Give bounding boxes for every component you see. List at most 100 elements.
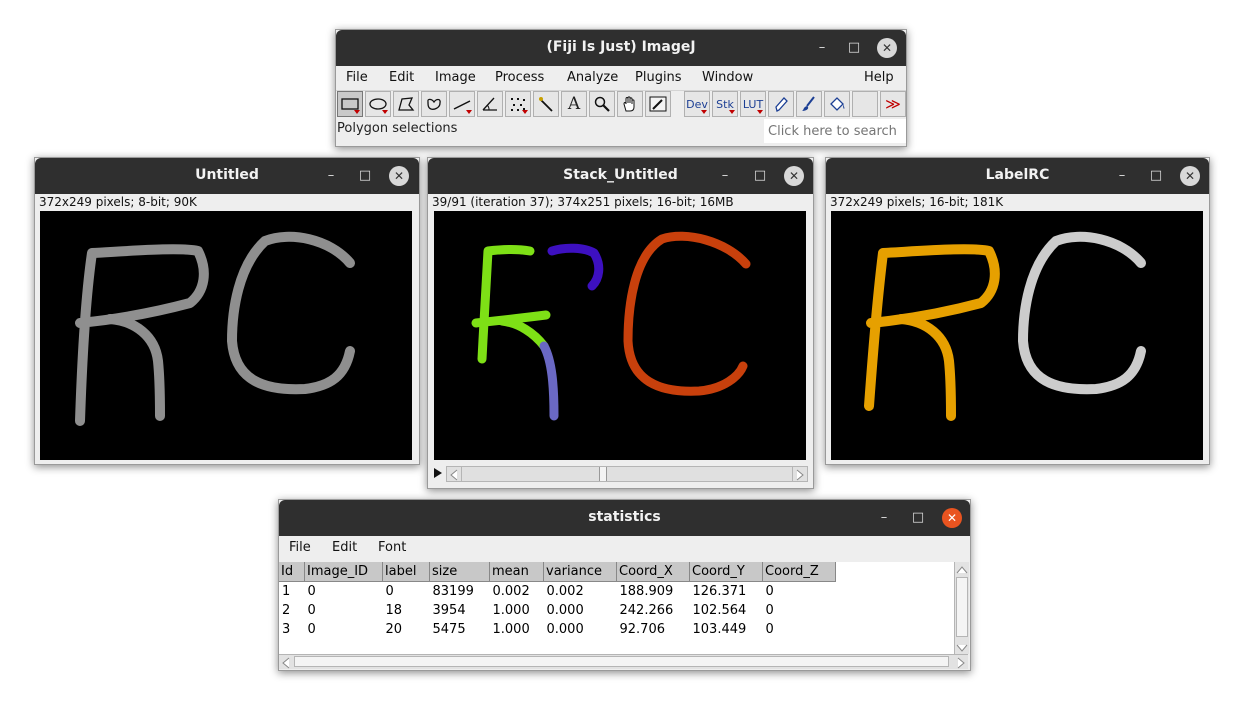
color-picker-icon[interactable] bbox=[645, 91, 671, 117]
imagej-titlebar[interactable]: (Fiji Is Just) ImageJ – □ ✕ bbox=[336, 30, 906, 66]
labelrc-titlebar[interactable]: LabelRC – □ ✕ bbox=[826, 158, 1209, 194]
scroll-right-arrow-icon[interactable] bbox=[954, 655, 968, 669]
menu-edit[interactable]: Edit bbox=[389, 70, 414, 85]
menu-analyze[interactable]: Analyze bbox=[567, 70, 618, 85]
maximize-icon[interactable]: □ bbox=[355, 166, 375, 186]
magnifier-icon[interactable] bbox=[589, 91, 615, 117]
cell-coord-x: 92.706 bbox=[619, 622, 666, 637]
play-icon[interactable] bbox=[434, 468, 442, 478]
cell-coord-y: 103.449 bbox=[692, 622, 747, 637]
column-header-image-id[interactable]: Image_ID bbox=[304, 562, 383, 582]
blue-label-stroke bbox=[547, 243, 604, 291]
flood-fill-icon[interactable] bbox=[824, 91, 850, 117]
menu-image[interactable]: Image bbox=[435, 70, 476, 85]
column-header-size[interactable]: size bbox=[429, 562, 490, 582]
oval-tool-icon[interactable] bbox=[365, 91, 391, 117]
column-header-coord-y[interactable]: Coord_Y bbox=[689, 562, 763, 582]
lavender-label-stroke bbox=[539, 341, 559, 421]
statistics-window: statistics – □ ✕ File Edit Font Id Image… bbox=[278, 499, 971, 671]
image-canvas[interactable] bbox=[434, 211, 806, 460]
scroll-thumb[interactable] bbox=[956, 577, 968, 637]
rectangle-tool-icon[interactable] bbox=[337, 91, 363, 117]
menu-process[interactable]: Process bbox=[495, 70, 544, 85]
column-header-variance[interactable]: variance bbox=[543, 562, 617, 582]
brush-tool-icon[interactable] bbox=[796, 91, 822, 117]
freehand-tool-icon[interactable] bbox=[421, 91, 447, 117]
cell-coord-x: 188.909 bbox=[619, 584, 674, 599]
text-tool-icon[interactable]: A bbox=[561, 91, 587, 117]
close-icon[interactable]: ✕ bbox=[877, 38, 897, 58]
close-icon[interactable]: ✕ bbox=[1180, 166, 1200, 186]
scroll-thumb[interactable] bbox=[294, 656, 949, 667]
close-icon[interactable]: ✕ bbox=[942, 508, 962, 528]
scroll-up-arrow-icon[interactable] bbox=[955, 562, 969, 576]
image-info: 372x249 pixels; 8-bit; 90K bbox=[35, 194, 419, 210]
minimize-icon[interactable]: – bbox=[715, 166, 735, 186]
table-row[interactable]: 2 0 18 3954 1.000 0.000 242.266 102.564 … bbox=[279, 601, 836, 620]
multipoint-tool-icon[interactable] bbox=[505, 91, 531, 117]
dev-tool-button[interactable]: Dev bbox=[684, 91, 710, 117]
cell-coord-z: 0 bbox=[765, 584, 774, 599]
maximize-icon[interactable]: □ bbox=[750, 166, 770, 186]
hand-tool-icon[interactable] bbox=[617, 91, 643, 117]
column-header-coord-z[interactable]: Coord_Z bbox=[762, 562, 836, 582]
menu-window[interactable]: Window bbox=[702, 70, 753, 85]
image-info: 39/91 (iteration 37); 374x251 pixels; 16… bbox=[428, 194, 813, 210]
status-text: Polygon selections bbox=[337, 121, 458, 136]
menu-edit[interactable]: Edit bbox=[332, 540, 357, 555]
cell-label: 0 bbox=[385, 584, 394, 599]
image-canvas[interactable] bbox=[831, 211, 1203, 460]
menu-file[interactable]: File bbox=[289, 540, 311, 555]
cell-variance: 0.000 bbox=[546, 622, 584, 637]
cell-size: 5475 bbox=[432, 622, 466, 637]
scroll-down-arrow-icon[interactable] bbox=[955, 640, 969, 654]
menu-file[interactable]: File bbox=[346, 70, 368, 85]
minimize-icon[interactable]: – bbox=[1112, 166, 1132, 186]
menu-plugins[interactable]: Plugins bbox=[635, 70, 682, 85]
stack-titlebar[interactable]: Stack_Untitled – □ ✕ bbox=[428, 158, 813, 194]
rust-label-stroke bbox=[623, 231, 751, 396]
cell-id: 3 bbox=[282, 622, 291, 637]
cell-coord-z: 0 bbox=[765, 603, 774, 618]
horizontal-scrollbar[interactable] bbox=[279, 654, 968, 669]
column-header-mean[interactable]: mean bbox=[489, 562, 544, 582]
menu-font[interactable]: Font bbox=[378, 540, 406, 555]
letter-c-stroke bbox=[227, 231, 355, 395]
polygon-tool-icon[interactable] bbox=[393, 91, 419, 117]
wand-tool-icon[interactable] bbox=[533, 91, 559, 117]
minimize-icon[interactable]: – bbox=[874, 508, 894, 528]
maximize-icon[interactable]: □ bbox=[844, 38, 864, 58]
letter-r-leg bbox=[105, 314, 165, 421]
line-tool-icon[interactable] bbox=[449, 91, 475, 117]
vertical-scrollbar[interactable] bbox=[954, 562, 969, 654]
image-canvas[interactable] bbox=[40, 211, 412, 460]
stk-tool-button[interactable]: Stk bbox=[712, 91, 738, 117]
minimize-icon[interactable]: – bbox=[321, 166, 341, 186]
column-header-label[interactable]: label bbox=[382, 562, 430, 582]
search-input[interactable] bbox=[764, 119, 906, 143]
maximize-icon[interactable]: □ bbox=[908, 508, 928, 528]
slider-thumb[interactable] bbox=[599, 467, 607, 481]
close-icon[interactable]: ✕ bbox=[784, 166, 804, 186]
maximize-icon[interactable]: □ bbox=[1146, 166, 1166, 186]
column-header-id[interactable]: Id bbox=[279, 562, 305, 582]
window-title: statistics bbox=[588, 509, 661, 525]
column-header-coord-x[interactable]: Coord_X bbox=[616, 562, 690, 582]
cell-size: 3954 bbox=[432, 603, 466, 618]
close-icon[interactable]: ✕ bbox=[389, 166, 409, 186]
angle-tool-icon[interactable] bbox=[477, 91, 503, 117]
scroll-left-arrow-icon[interactable] bbox=[447, 467, 462, 481]
minimize-icon[interactable]: – bbox=[812, 38, 832, 58]
table-row[interactable]: 1 0 0 83199 0.002 0.002 188.909 126.371 … bbox=[279, 582, 836, 602]
scroll-right-arrow-icon[interactable] bbox=[792, 467, 807, 481]
slider-track[interactable] bbox=[446, 466, 808, 482]
pencil-tool-icon[interactable] bbox=[768, 91, 794, 117]
lut-tool-button[interactable]: LUT bbox=[740, 91, 766, 117]
labelrc-window: LabelRC – □ ✕ 372x249 pixels; 16-bit; 18… bbox=[825, 157, 1210, 465]
menu-help[interactable]: Help bbox=[864, 70, 894, 85]
untitled-titlebar[interactable]: Untitled – □ ✕ bbox=[35, 158, 419, 194]
statistics-titlebar[interactable]: statistics – □ ✕ bbox=[279, 500, 970, 536]
scroll-left-arrow-icon[interactable] bbox=[279, 655, 293, 669]
more-tools-icon[interactable]: ≫ bbox=[880, 91, 906, 117]
table-row[interactable]: 3 0 20 5475 1.000 0.000 92.706 103.449 0 bbox=[279, 620, 836, 639]
